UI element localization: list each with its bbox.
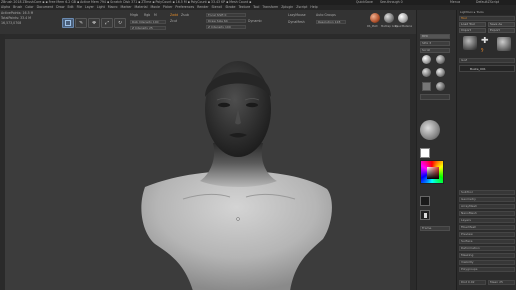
rotate-button[interactable]: ↻	[114, 18, 126, 28]
mrgb-toggle[interactable]: Mrgb	[130, 13, 138, 17]
zcut-toggle[interactable]: Zcut	[170, 19, 177, 23]
subpalette-layers[interactable]: Layers	[459, 218, 515, 223]
material-thumb-3[interactable]	[422, 68, 431, 77]
bpr-button[interactable]: BPR	[420, 34, 450, 39]
subtool-list: Buste_001	[459, 65, 515, 72]
material-thumb-1[interactable]	[422, 55, 431, 64]
bust-model	[141, 61, 332, 290]
menus-button[interactable]: Menus	[450, 0, 460, 4]
m-toggle[interactable]: M	[154, 13, 157, 17]
left-eye	[218, 102, 230, 108]
move-icon: ✥	[92, 21, 97, 26]
export-button[interactable]: Export	[488, 28, 515, 33]
scale-button[interactable]: ⤢	[101, 18, 113, 28]
texture-thumb[interactable]	[422, 82, 431, 91]
right-shelf: BPR SPix 3 Scroll Frame	[416, 10, 456, 290]
gizmo-icon	[424, 213, 427, 218]
material-preview-large[interactable]	[420, 120, 440, 140]
viewport-canvas[interactable]	[5, 38, 410, 290]
tool-title[interactable]: Tool	[459, 16, 515, 21]
title-info: ZBrush 2018 ZBrushCore ▪ ▪ Free Mem 6.2 …	[1, 0, 252, 4]
goz-button[interactable]: GoZ	[459, 58, 515, 63]
save-as-button[interactable]: Save As	[488, 22, 515, 27]
dynamesh-button[interactable]: DynaMesh	[288, 20, 305, 24]
subpalette-subtool[interactable]: SubTool	[459, 190, 515, 195]
right-eye	[246, 102, 258, 108]
top-toolbar: ActivePoints: 16.5 M TotalPoints: 33.4 M…	[0, 10, 416, 34]
subpalette-fibermesh[interactable]: FiberMesh	[459, 225, 515, 230]
spix-slider[interactable]: SPix 3	[420, 41, 450, 46]
load-tool-button[interactable]: Load Tool	[459, 22, 486, 27]
resolution-slider[interactable]: Resolution 128	[316, 20, 346, 24]
alpha-thumb-row[interactable]	[420, 94, 450, 100]
main-color-swatch[interactable]	[420, 148, 430, 158]
edit-icon	[65, 20, 71, 26]
secondary-color-swatch[interactable]	[420, 196, 430, 206]
material-label-basic: BasicMaterial	[395, 25, 413, 28]
material-label-rs-matt: RS_Matt	[367, 25, 378, 28]
draw-icon: ✎	[79, 21, 84, 26]
subtool-active-name[interactable]: Buste_001	[470, 67, 486, 71]
lazy-mouse-toggle[interactable]: LazyMouse	[288, 13, 306, 17]
subpalette-deformation[interactable]: Deformation	[459, 246, 515, 251]
total-points-readout: TotalPoints: 33.4 M	[1, 16, 31, 20]
material-sphere-rs-matt[interactable]	[370, 13, 380, 23]
chest	[141, 171, 332, 290]
simple-brush-icon[interactable]: ✚	[481, 37, 489, 46]
tool-panel: Lightbox ▸ Tools Tool Load Tool Save As …	[456, 10, 516, 290]
rgb-intensity-slider[interactable]: Rgb Intensity 100	[130, 20, 166, 24]
mean-slider[interactable]: Mean 25	[488, 280, 515, 285]
quicksave-button[interactable]: QuickSave	[356, 0, 373, 4]
draw-button[interactable]: ✎	[75, 18, 87, 28]
subpalette-nanomesh[interactable]: NanoMesh	[459, 211, 515, 216]
subpalette-visibility[interactable]: Visibility	[459, 260, 515, 265]
subpalette-geometry[interactable]: Geometry	[459, 197, 515, 202]
import-button[interactable]: Import	[459, 28, 486, 33]
see-through-slider[interactable]: See-through 0	[380, 0, 403, 4]
scale-icon: ⤢	[105, 21, 110, 26]
material-sphere-matcap-gray[interactable]	[384, 13, 394, 23]
subpalette-surface[interactable]: Surface	[459, 239, 515, 244]
dist-slider[interactable]: Dist 0.02	[459, 280, 486, 285]
z-intensity-slider[interactable]: Z Intensity 25	[130, 26, 166, 30]
zadd-toggle[interactable]: Zadd	[170, 13, 178, 17]
material-thumb-5[interactable]	[436, 82, 445, 91]
subpalette-arraymesh[interactable]: ArrayMesh	[459, 204, 515, 209]
active-points-readout: ActivePoints: 16.5 M	[1, 11, 34, 15]
zsub-toggle[interactable]: Zsub	[181, 13, 189, 17]
dynamic-toggle[interactable]: Dynamic	[248, 19, 262, 23]
material-thumb-4[interactable]	[436, 68, 445, 77]
panel-header: Lightbox ▸ Tools	[459, 10, 515, 15]
zsphere-icon[interactable]: §	[481, 48, 484, 53]
auto-groups-button[interactable]: Auto Groups	[316, 13, 336, 17]
color-picker[interactable]	[420, 160, 444, 184]
memory-readout: 16,573,0708	[1, 21, 22, 25]
rotate-icon: ↻	[118, 21, 123, 26]
subpalette-polygroups[interactable]: Polygroups	[459, 267, 515, 272]
polymesh-thumb[interactable]	[497, 37, 511, 51]
tool-subpalettes: SubTool Geometry ArrayMesh NanoMesh Layers Fi…	[459, 190, 515, 274]
subpalette-preview[interactable]: Preview	[459, 232, 515, 237]
draw-size-slider[interactable]: Draw Size 64	[206, 19, 246, 23]
scroll-button[interactable]: Scroll	[420, 48, 450, 53]
current-tool-thumb[interactable]	[463, 36, 477, 50]
move-button[interactable]: ✥	[88, 18, 100, 28]
default-zscript-button[interactable]: DefaultZScript	[476, 0, 499, 4]
gizmo-toggle[interactable]	[420, 210, 430, 220]
material-thumb-2[interactable]	[436, 55, 445, 64]
frame-button[interactable]: Frame	[420, 226, 450, 231]
polyframe-slider[interactable]: Z Intensity 100	[206, 25, 246, 29]
edit-mode-button[interactable]	[62, 18, 74, 28]
material-sphere-basic[interactable]	[398, 13, 408, 23]
focal-shift-slider[interactable]: Focal Shift 0	[206, 13, 246, 17]
subpalette-masking[interactable]: Masking	[459, 253, 515, 258]
color-saturation-square[interactable]	[427, 167, 439, 179]
rgb-toggle[interactable]: Rgb	[144, 13, 150, 17]
